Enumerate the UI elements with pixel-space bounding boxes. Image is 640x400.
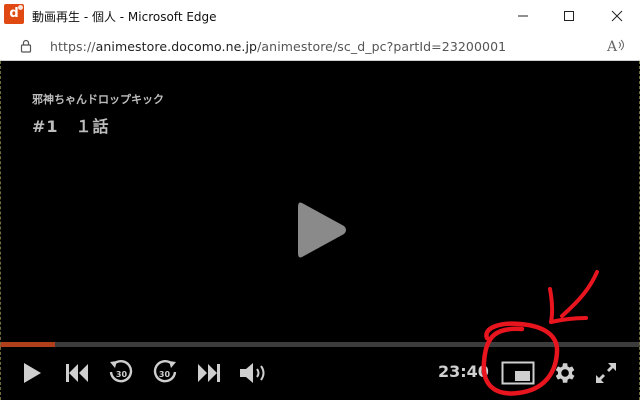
- read-aloud-icon[interactable]: A: [606, 37, 626, 59]
- episode-title: #1 １話: [32, 117, 110, 136]
- minimize-button[interactable]: [500, 0, 546, 32]
- url-path: /animestore/sc_d_pc?partId=23200001: [257, 39, 507, 54]
- address-bar[interactable]: https://animestore.docomo.ne.jp/animesto…: [0, 32, 640, 61]
- rewind-30-button[interactable]: 30: [106, 357, 136, 387]
- forward-30-button[interactable]: 30: [150, 357, 180, 387]
- volume-button[interactable]: [236, 360, 272, 386]
- forward-30-icon: 30: [153, 359, 177, 383]
- play-icon: [24, 363, 41, 383]
- progress-bar[interactable]: [0, 342, 640, 347]
- svg-text:A: A: [606, 39, 618, 55]
- window-titlebar: d 動画再生 - 個人 - Microsoft Edge: [0, 0, 640, 32]
- lock-icon[interactable]: [20, 38, 32, 57]
- video-player[interactable]: 邪神ちゃんドロップキック #1 １話 30 30 23:40: [0, 61, 640, 400]
- series-title: 邪神ちゃんドロップキック: [32, 93, 164, 106]
- url-prefix: https://: [50, 39, 96, 54]
- maximize-button[interactable]: [546, 0, 592, 32]
- rewind-30-icon: 30: [109, 359, 133, 383]
- next-icon: [198, 364, 220, 382]
- app-icon: d: [4, 4, 24, 24]
- previous-button[interactable]: [62, 360, 92, 386]
- forward-30-label: 30: [159, 370, 171, 379]
- fullscreen-button[interactable]: [592, 359, 620, 387]
- previous-icon: [66, 364, 88, 382]
- time-display: 23:40: [438, 362, 489, 381]
- next-button[interactable]: [194, 360, 224, 386]
- fullscreen-icon: [596, 363, 616, 383]
- window-title: 動画再生 - 個人 - Microsoft Edge: [32, 10, 217, 24]
- progress-fill: [0, 342, 56, 347]
- close-button[interactable]: [594, 0, 640, 32]
- window-edge-left: [0, 61, 1, 400]
- settings-button[interactable]: [550, 359, 578, 387]
- play-icon: [298, 202, 346, 258]
- volume-icon: [240, 363, 265, 383]
- picture-in-picture-icon: [501, 361, 535, 385]
- close-icon: [611, 10, 623, 22]
- picture-in-picture-button[interactable]: [500, 359, 536, 387]
- play-button[interactable]: [18, 360, 46, 386]
- minimize-icon: [518, 15, 528, 17]
- url-host: animestore.docomo.ne.jp: [95, 39, 258, 54]
- big-play-button[interactable]: [296, 199, 348, 265]
- settings-icon: [555, 363, 575, 383]
- rewind-30-label: 30: [116, 370, 128, 379]
- url-text[interactable]: https://animestore.docomo.ne.jp/animesto…: [50, 39, 506, 54]
- maximize-icon: [564, 11, 574, 21]
